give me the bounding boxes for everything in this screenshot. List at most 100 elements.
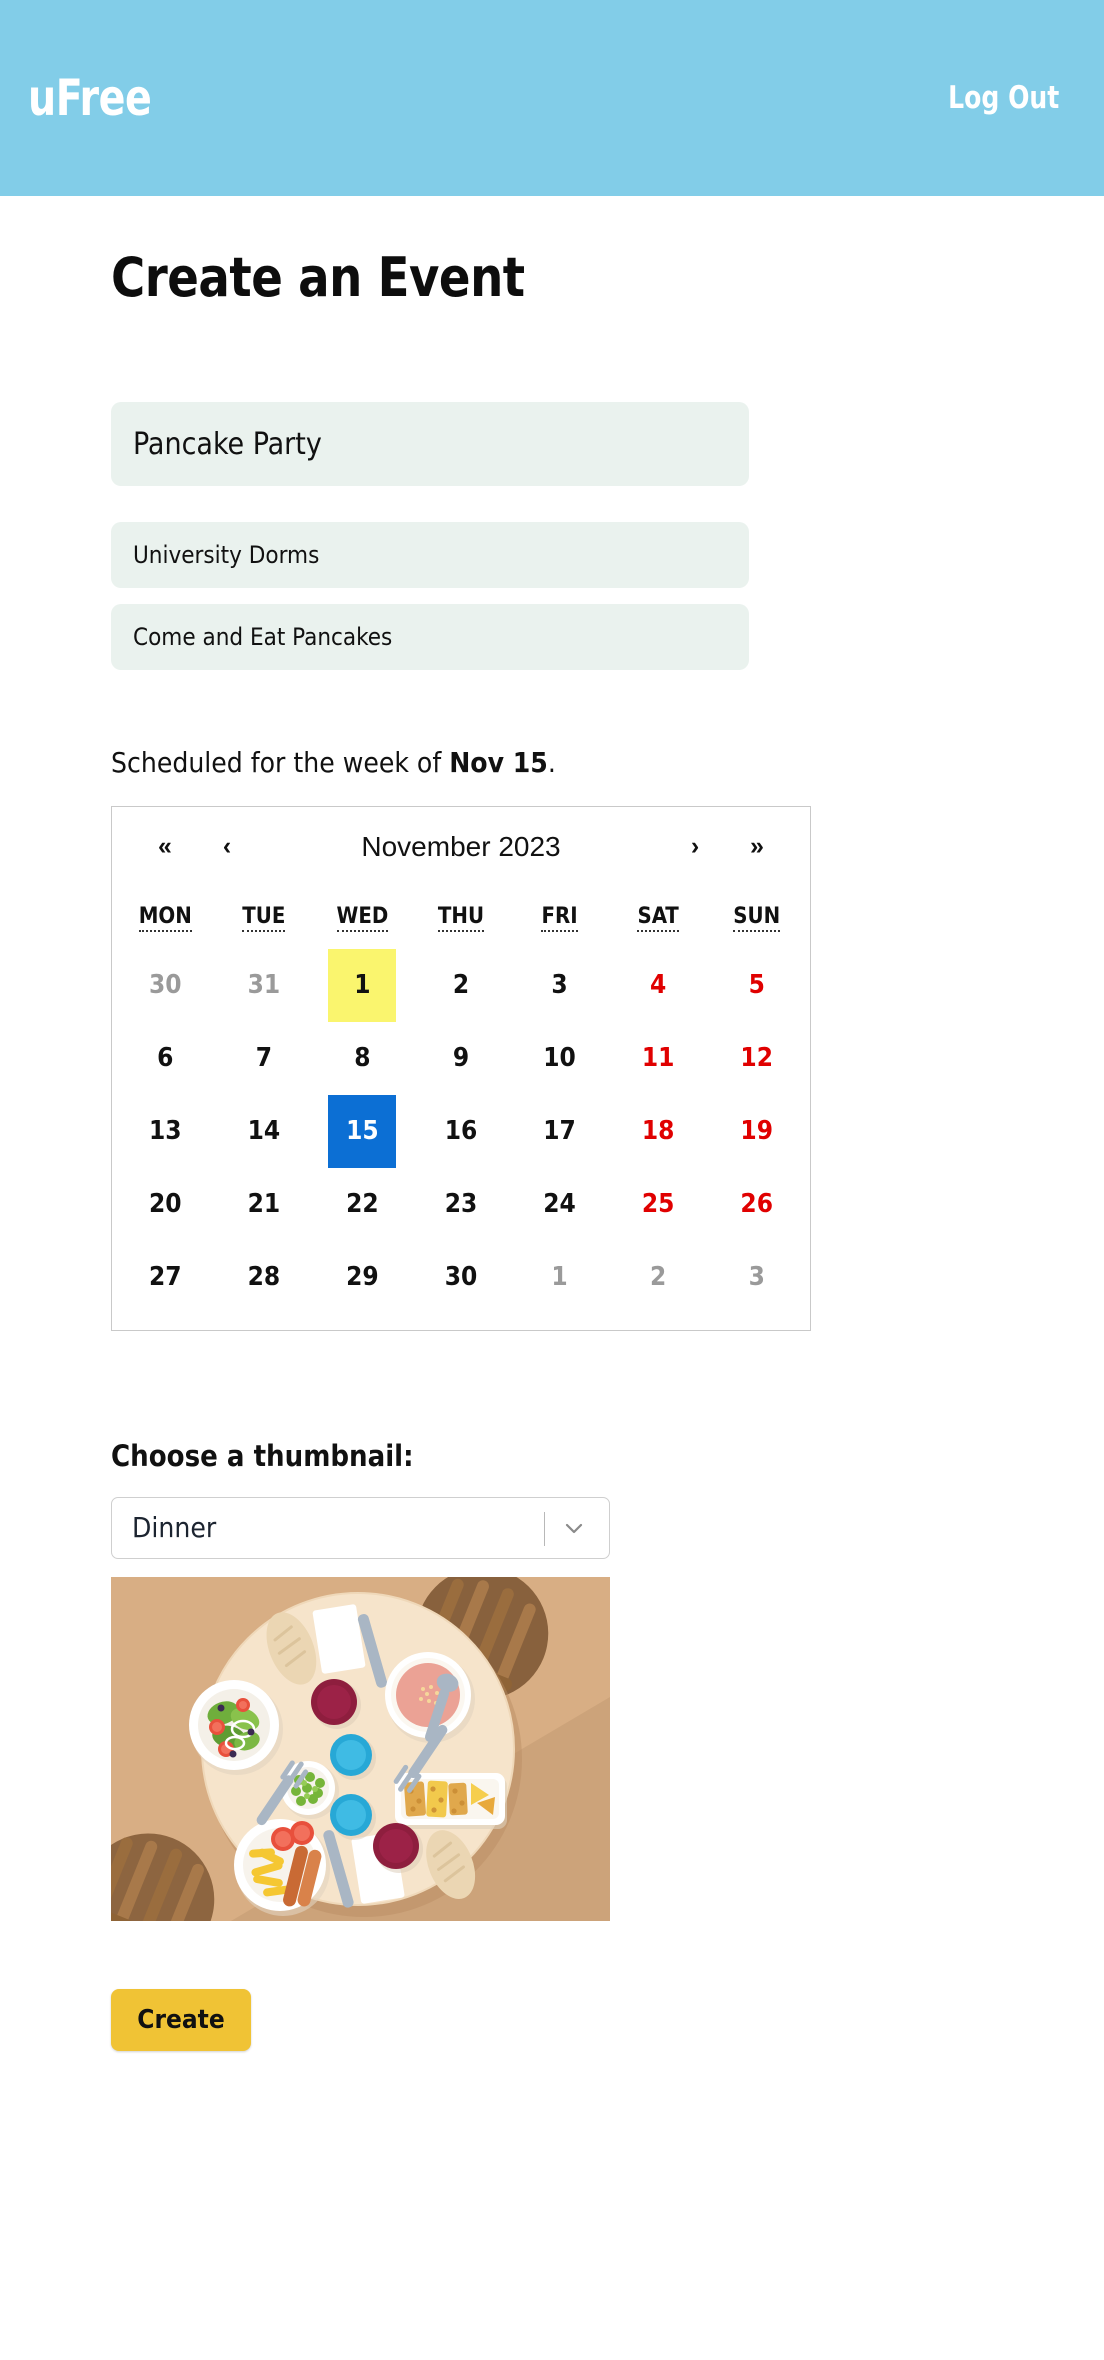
calendar-day[interactable]: 1 xyxy=(313,948,412,1022)
calendar-day[interactable]: 6 xyxy=(116,1022,215,1095)
calendar-day-label: 16 xyxy=(444,1116,478,1147)
calendar-day-label: 9 xyxy=(452,1043,470,1074)
calendar-day-label: 8 xyxy=(354,1043,371,1074)
calendar-day-label: 3 xyxy=(551,970,568,1001)
prev-month-button[interactable]: ‹ xyxy=(196,834,258,859)
calendar-day-label: 27 xyxy=(149,1262,182,1293)
calendar-day-label: 29 xyxy=(346,1262,379,1293)
calendar-day-label: 15 xyxy=(328,1094,397,1168)
calendar-day[interactable]: 12 xyxy=(707,1022,806,1095)
calendar-day[interactable]: 13 xyxy=(116,1095,215,1168)
calendar-day-label: 31 xyxy=(247,970,281,1001)
calendar-weekday-sun: SUN xyxy=(707,887,806,949)
calendar-day-label: 7 xyxy=(255,1043,272,1074)
next-year-button[interactable]: » xyxy=(726,834,788,859)
calendar-day[interactable]: 25 xyxy=(609,1168,708,1241)
chevron-down-icon[interactable] xyxy=(561,1515,587,1541)
calendar-day[interactable]: 3 xyxy=(510,949,609,1022)
calendar-day[interactable]: 26 xyxy=(707,1168,806,1241)
scheduled-suffix: . xyxy=(547,746,556,780)
calendar-day-label: 1 xyxy=(328,948,397,1022)
event-name-value: Pancake Party xyxy=(133,426,322,462)
calendar-day-label: 23 xyxy=(444,1189,478,1220)
calendar-day-label: 17 xyxy=(543,1116,576,1147)
scheduled-week-text: Scheduled for the week of Nov 15. xyxy=(111,746,1031,780)
calendar-day[interactable]: 17 xyxy=(510,1095,609,1168)
calendar-day[interactable]: 18 xyxy=(609,1095,708,1168)
calendar-day[interactable]: 1 xyxy=(510,1241,609,1314)
calendar-weekday-sat: SAT xyxy=(609,887,708,949)
calendar-day[interactable]: 4 xyxy=(609,949,708,1022)
create-event-button[interactable]: Create xyxy=(111,1988,251,2051)
calendar-day-label: 22 xyxy=(346,1189,379,1220)
calendar-day[interactable]: 30 xyxy=(116,949,215,1022)
next-month-button[interactable]: › xyxy=(664,834,726,859)
calendar-day[interactable]: 5 xyxy=(707,949,806,1022)
main-content: Create an Event Pancake Party University… xyxy=(111,196,1031,2051)
calendar-day-label: 5 xyxy=(748,970,765,1001)
calendar-day[interactable]: 10 xyxy=(510,1022,609,1095)
calendar-day[interactable]: 2 xyxy=(609,1241,708,1314)
calendar-day[interactable]: 20 xyxy=(116,1168,215,1241)
calendar-day[interactable]: 24 xyxy=(510,1168,609,1241)
calendar-header: « ‹ November 2023 › » xyxy=(112,807,810,887)
calendar-day[interactable]: 16 xyxy=(412,1095,511,1168)
calendar-day[interactable]: 9 xyxy=(412,1022,511,1095)
calendar-day-label: 24 xyxy=(543,1189,576,1220)
location-value: University Dorms xyxy=(133,541,320,570)
scheduled-week-of: Nov 15 xyxy=(449,746,548,780)
calendar-day[interactable]: 3 xyxy=(707,1241,806,1314)
calendar-weekday-fri: FRI xyxy=(510,887,609,949)
calendar-day-label: 1 xyxy=(551,1262,568,1293)
calendar-weekday-wed: WED xyxy=(313,887,412,949)
calendar-day[interactable]: 31 xyxy=(215,949,314,1022)
app-logo[interactable]: uFree xyxy=(28,73,152,123)
calendar-day-label: 18 xyxy=(641,1116,675,1147)
location-input[interactable]: University Dorms xyxy=(111,522,749,589)
calendar-day-label: 21 xyxy=(247,1189,281,1220)
calendar-day[interactable]: 23 xyxy=(412,1168,511,1241)
calendar-day-label: 3 xyxy=(748,1262,765,1293)
calendar-day[interactable]: 30 xyxy=(412,1241,511,1314)
calendar-weekday-tue: TUE xyxy=(215,887,314,949)
calendar-day-label: 20 xyxy=(149,1189,182,1220)
calendar-day[interactable]: 27 xyxy=(116,1241,215,1314)
calendar-day[interactable]: 7 xyxy=(215,1022,314,1095)
calendar-day[interactable]: 29 xyxy=(313,1241,412,1314)
calendar-day-label: 4 xyxy=(649,970,667,1001)
calendar-weekday-mon: MON xyxy=(116,887,215,949)
calendar-widget[interactable]: « ‹ November 2023 › » MON TUE WED THU FRI SAT… xyxy=(111,805,811,1331)
calendar-day[interactable]: 28 xyxy=(215,1241,314,1314)
calendar-day[interactable]: 8 xyxy=(313,1022,412,1095)
calendar-day[interactable]: 14 xyxy=(215,1095,314,1168)
calendar-day[interactable]: 11 xyxy=(609,1022,708,1095)
calendar-day-label: 11 xyxy=(641,1043,675,1074)
calendar-day[interactable]: 2 xyxy=(412,949,511,1022)
calendar-day-label: 30 xyxy=(444,1262,478,1293)
calendar-day-label: 2 xyxy=(649,1262,667,1293)
scheduled-prefix: Scheduled for the week of xyxy=(111,746,450,780)
thumbnail-label: Choose a thumbnail: xyxy=(111,1438,414,1473)
prev-year-button[interactable]: « xyxy=(134,834,196,859)
calendar-day-label: 2 xyxy=(452,970,470,1001)
logout-button[interactable]: Log Out xyxy=(949,82,1076,114)
description-value: Come and Eat Pancakes xyxy=(133,623,393,652)
thumbnail-selected-value: Dinner xyxy=(132,1511,217,1545)
top-navbar: uFree Log Out xyxy=(0,0,1104,196)
calendar-grid[interactable]: MON TUE WED THU FRI SAT SUN 30 31 1 2 3 4 5 6 7 8 9 10 11 12… xyxy=(112,887,810,1330)
description-input[interactable]: Come and Eat Pancakes xyxy=(111,604,749,671)
calendar-day-label: 19 xyxy=(740,1116,773,1147)
thumbnail-select[interactable]: Dinner xyxy=(111,1496,610,1559)
calendar-day[interactable]: 22 xyxy=(313,1168,412,1241)
calendar-day[interactable]: 15 xyxy=(313,1094,412,1168)
calendar-day-label: 14 xyxy=(247,1116,281,1147)
calendar-day[interactable]: 19 xyxy=(707,1095,806,1168)
calendar-day-label: 26 xyxy=(740,1189,773,1220)
calendar-day[interactable]: 21 xyxy=(215,1168,314,1241)
select-divider xyxy=(544,1511,545,1546)
calendar-day-label: 12 xyxy=(740,1043,773,1074)
calendar-day-label: 13 xyxy=(149,1116,182,1147)
calendar-day-label: 6 xyxy=(157,1043,174,1074)
calendar-day-label: 25 xyxy=(641,1189,675,1220)
event-name-input[interactable]: Pancake Party xyxy=(111,402,749,487)
